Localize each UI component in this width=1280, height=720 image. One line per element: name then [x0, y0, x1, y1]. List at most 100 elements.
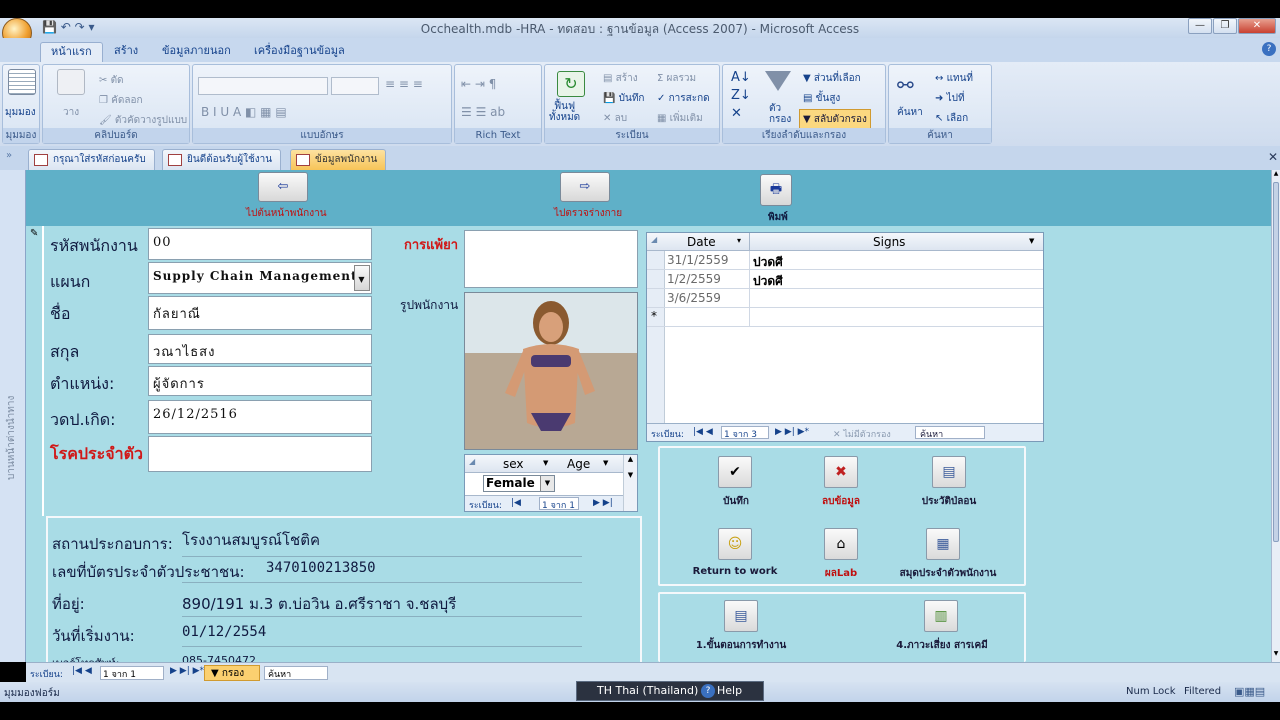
chronic-disease-field[interactable]	[148, 436, 372, 472]
spelling-button[interactable]: ✓ การสะกด	[657, 91, 710, 106]
delete-record-button[interactable]: ✕ ลบ	[603, 111, 627, 126]
next-record-icon[interactable]: ▶ ▶| ▶*	[170, 666, 204, 676]
record-position[interactable]: 1 จาก 1	[100, 666, 164, 680]
paste-button[interactable]: วาง	[63, 105, 79, 120]
signs-nav-position[interactable]: 1 จาก 3	[721, 426, 769, 440]
view-button[interactable]: มุมมอง	[5, 105, 36, 120]
tab-create[interactable]: สร้าง	[104, 42, 148, 62]
return-to-work-button[interactable]: ☺	[718, 528, 752, 560]
filter-toggle[interactable]: ▼ กรอง	[204, 665, 260, 681]
advanced-button[interactable]: ▤ ขั้นสูง	[803, 91, 840, 106]
date-cell[interactable]: 31/1/2559	[667, 253, 729, 267]
select-button[interactable]: ↖ เลือก	[935, 111, 968, 126]
employee-id-field[interactable]: 00	[148, 228, 372, 260]
save-button[interactable]: ✔	[718, 456, 752, 488]
align-icons[interactable]: ≡ ≡ ≡	[385, 77, 423, 91]
tab-external-data[interactable]: ข้อมูลภายนอก	[152, 42, 241, 62]
tab-database-tools[interactable]: เครื่องมือฐานข้อมูล	[244, 42, 355, 62]
chemical-risk-button[interactable]: ▥	[924, 600, 958, 632]
find-button[interactable]: ค้นหา	[897, 105, 923, 120]
dob-field[interactable]: 26/12/2516	[148, 400, 372, 434]
table-row[interactable]: 1/2/2559 ปวดศี	[647, 270, 1043, 289]
scrollbar-thumb[interactable]	[1273, 182, 1279, 542]
selection-button[interactable]: ▼ ส่วนที่เลือก	[803, 71, 861, 86]
first-record-icon[interactable]: |◀ ◀	[72, 666, 92, 676]
indent-icons[interactable]: ⇤ ⇥ ¶	[461, 77, 496, 91]
filter-icon[interactable]	[765, 71, 791, 91]
goto-exam-button[interactable]: ⇨	[560, 172, 610, 202]
view-icon[interactable]	[8, 69, 36, 95]
minimize-icon[interactable]: —	[1188, 18, 1212, 34]
sex-subform-scrollbar[interactable]: ▲ ▼	[623, 455, 637, 511]
maximize-icon[interactable]: ❐	[1213, 18, 1237, 34]
tab-login[interactable]: กรุณาใส่รหัสก่อนครับ	[28, 149, 155, 170]
format-painter-button[interactable]: 🖌 ตัวคัดวางรูปแบบ	[99, 113, 187, 128]
replace-button[interactable]: ↔ แทนที่	[935, 71, 973, 86]
help-icon[interactable]: ?	[701, 684, 715, 698]
chevron-down-icon[interactable]: ▼	[1029, 237, 1034, 245]
tab-welcome[interactable]: ยินดีต้อนรับผู้ใช้งาน	[162, 149, 282, 170]
tab-home[interactable]: หน้าแรก	[40, 42, 103, 62]
help-icon[interactable]: ?	[1262, 42, 1276, 56]
font-size-select[interactable]	[331, 77, 379, 95]
work-procedure-button[interactable]: ▤	[724, 600, 758, 632]
scroll-down-icon[interactable]: ▼	[1272, 650, 1280, 660]
surname-field[interactable]: วณาไธสง	[148, 334, 372, 364]
format-icons[interactable]: B I U A ◧ ▦ ▤	[201, 105, 287, 119]
filter-button[interactable]: ตัว กรอง	[769, 103, 791, 125]
prev-employee-button[interactable]: ⇦	[258, 172, 308, 202]
tab-employee-data[interactable]: ข้อมูลพนักงาน	[290, 149, 387, 170]
select-all-icon[interactable]: ◢	[651, 235, 657, 244]
chevron-down-icon[interactable]: ▼	[603, 459, 608, 467]
employee-book-button[interactable]: ▦	[926, 528, 960, 560]
table-row[interactable]: 3/6/2559	[647, 289, 1043, 308]
record-search-input[interactable]: ค้นหา	[264, 666, 328, 680]
col-date[interactable]: Date	[687, 235, 716, 249]
delete-button[interactable]: ✖	[824, 456, 858, 488]
cut-button[interactable]: ✂ ตัด	[99, 73, 124, 88]
binoculars-icon[interactable]: ⚯	[897, 73, 914, 97]
col-age[interactable]: Age	[567, 457, 590, 471]
drug-allergy-field[interactable]	[464, 230, 638, 288]
save-record-button[interactable]: 💾 บันทึก	[603, 91, 644, 106]
nav-pane-toggle-icon[interactable]: »	[6, 150, 12, 161]
copy-button[interactable]: ❐ คัดลอก	[99, 93, 143, 108]
sex-select[interactable]: Female ▼	[483, 475, 555, 492]
refresh-icon[interactable]: ↻	[557, 71, 585, 97]
next-record-icon[interactable]: ▶ ▶| ▶*	[775, 427, 809, 437]
department-select[interactable]: Supply Chain Management ▼	[148, 262, 372, 294]
history-button[interactable]: ▤	[932, 456, 966, 488]
close-icon[interactable]: ✕	[1238, 18, 1276, 34]
signs-search-input[interactable]: ค้นหา	[915, 426, 985, 440]
close-tab-icon[interactable]: ✕	[1268, 150, 1278, 164]
new-row[interactable]: *	[647, 308, 1043, 327]
navigation-pane[interactable]: บานหน้าต่างนำทาง	[0, 170, 26, 662]
vertical-scrollbar[interactable]: ▲ ▼	[1271, 170, 1280, 662]
more-button[interactable]: ▦ เพิ่มเติม	[657, 111, 703, 126]
totals-button[interactable]: Σ ผลรวม	[657, 71, 696, 86]
sort-dropdown-icon[interactable]: ▾	[737, 236, 741, 245]
date-cell[interactable]: 3/6/2559	[667, 291, 721, 305]
help-label[interactable]: Help	[717, 684, 742, 697]
col-signs[interactable]: Signs	[873, 235, 905, 249]
first-record-icon[interactable]: |◀ ◀	[693, 427, 713, 437]
no-filter-indicator[interactable]: ✕ ไม่มีตัวกรอง	[833, 427, 891, 441]
new-record-button[interactable]: ▤ สร้าง	[603, 71, 638, 86]
sex-nav-position[interactable]: 1 จาก 1	[539, 497, 579, 511]
col-sex[interactable]: sex	[503, 457, 524, 471]
table-row[interactable]: 31/1/2559 ปวดศี	[647, 251, 1043, 270]
view-switch-icons[interactable]: ▣▦▤	[1234, 685, 1265, 698]
font-name-select[interactable]	[198, 77, 328, 95]
paste-icon[interactable]	[57, 69, 85, 95]
name-field[interactable]: กัลยาณี	[148, 296, 372, 330]
lab-result-button[interactable]: ⌂	[824, 528, 858, 560]
quick-access-toolbar[interactable]: 💾 ↶ ↷ ▾	[42, 20, 95, 34]
print-button[interactable]: 🖶	[760, 174, 792, 206]
scroll-up-icon[interactable]: ▲	[1272, 170, 1280, 180]
sort-icons[interactable]: A↓ Z↓ ✕	[731, 69, 751, 123]
list-icons[interactable]: ☰ ☰ ab	[461, 105, 505, 119]
refresh-all-button[interactable]: ฟื้นฟู ทั้งหมด	[549, 101, 580, 123]
next-record-icon[interactable]: ▶ ▶|	[593, 498, 613, 508]
language-indicator[interactable]: TH Thai (Thailand)	[597, 684, 698, 697]
first-record-icon[interactable]: |◀	[511, 498, 521, 508]
